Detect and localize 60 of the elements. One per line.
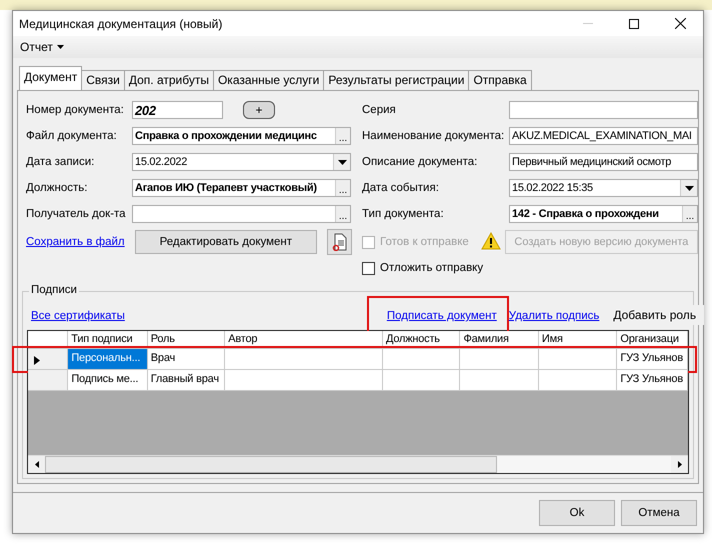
date-dropdown[interactable]: 15.02.2022 15:35	[509, 179, 698, 197]
tab[interactable]: Документ	[19, 66, 82, 90]
report-menu[interactable]: Отчет	[17, 38, 67, 56]
text-field[interactable]: AKUZ.MEDICAL_EXAMINATION_MAI	[509, 127, 698, 145]
warning-icon	[480, 232, 501, 252]
field-value: 142 - Справка о прохождени	[511, 208, 660, 220]
dialog-button[interactable]: Отмена	[621, 500, 697, 526]
field-value: Первичный медицинский осмотр	[511, 156, 672, 168]
dialog-button[interactable]: Ok	[539, 500, 615, 526]
add-button[interactable]: +	[243, 101, 275, 119]
field-label: Описание документа:	[362, 156, 478, 168]
document-icon[interactable]	[327, 229, 352, 255]
field-label: Файл документа:	[26, 130, 118, 142]
scroll-right-icon[interactable]	[678, 461, 682, 468]
table-cell: Персональн...	[68, 349, 148, 370]
browse-button[interactable]: ...	[335, 206, 350, 222]
field-value: 15.02.2022 15:35	[511, 182, 594, 194]
picker-field[interactable]: Агапов ИЮ (Терапевт участковый) ...	[132, 179, 351, 197]
browse-button[interactable]: ...	[682, 206, 697, 222]
table-cell: ГУЗ Ульянов	[617, 349, 688, 370]
field-label: Дата события:	[362, 182, 440, 194]
horizontal-scrollbar[interactable]	[28, 455, 688, 473]
caret-icon	[56, 45, 64, 49]
text-field[interactable]	[509, 101, 698, 119]
field-label: Наименование документа:	[362, 130, 506, 142]
field-label: Тип документа:	[362, 208, 445, 220]
field-value: 15.02.2022	[134, 156, 188, 168]
picker-field[interactable]: ...	[132, 205, 351, 223]
checkbox[interactable]: Отложить отправку	[362, 262, 484, 274]
save-to-file-link[interactable]: Сохранить в файл	[26, 236, 125, 248]
date-dropdown[interactable]: 15.02.2022	[132, 153, 351, 171]
picker-field[interactable]: Справка о прохождении медицинс ...	[132, 127, 351, 145]
field-label: Серия	[362, 104, 397, 116]
field-value: Агапов ИЮ (Терапевт участковый)	[134, 182, 318, 194]
current-row-icon	[34, 356, 40, 365]
action-link[interactable]: Удалить подпись	[508, 310, 600, 322]
scroll-left-icon[interactable]	[34, 461, 38, 468]
table-cell: Подпись ме...	[68, 370, 148, 391]
field-label: Дата записи:	[26, 156, 96, 168]
edit-document-button[interactable]: Редактировать документ	[134, 230, 318, 254]
field-label: Номер документа:	[26, 104, 125, 116]
picker-field[interactable]: 142 - Справка о прохождени ...	[509, 205, 698, 223]
number-field[interactable]: 202	[132, 101, 223, 119]
tab[interactable]: Отправка	[468, 70, 532, 90]
table-cell: Главный врач	[148, 370, 226, 391]
browse-button[interactable]: ...	[335, 128, 350, 144]
field-value: AKUZ.MEDICAL_EXAMINATION_MAI	[511, 130, 693, 142]
table-cell: Врач	[148, 349, 226, 370]
table-cell: ГУЗ Ульянов	[617, 370, 688, 391]
group-title: Подписи	[29, 284, 79, 296]
field-label: Получатель док-та	[26, 208, 127, 220]
action-link[interactable]: Все сертификаты	[31, 310, 125, 322]
action-link[interactable]: Подписать документ	[386, 310, 497, 322]
field-label: Должность:	[26, 182, 88, 194]
field-value: 202	[134, 102, 157, 118]
text-field[interactable]: Первичный медицинский осмотр	[509, 153, 698, 171]
window-title: Медицинская документация (новый)	[19, 16, 224, 30]
browse-button[interactable]: ...	[335, 180, 350, 196]
field-value: Справка о прохождении медицинс	[134, 130, 318, 142]
row-header[interactable]	[28, 349, 68, 370]
